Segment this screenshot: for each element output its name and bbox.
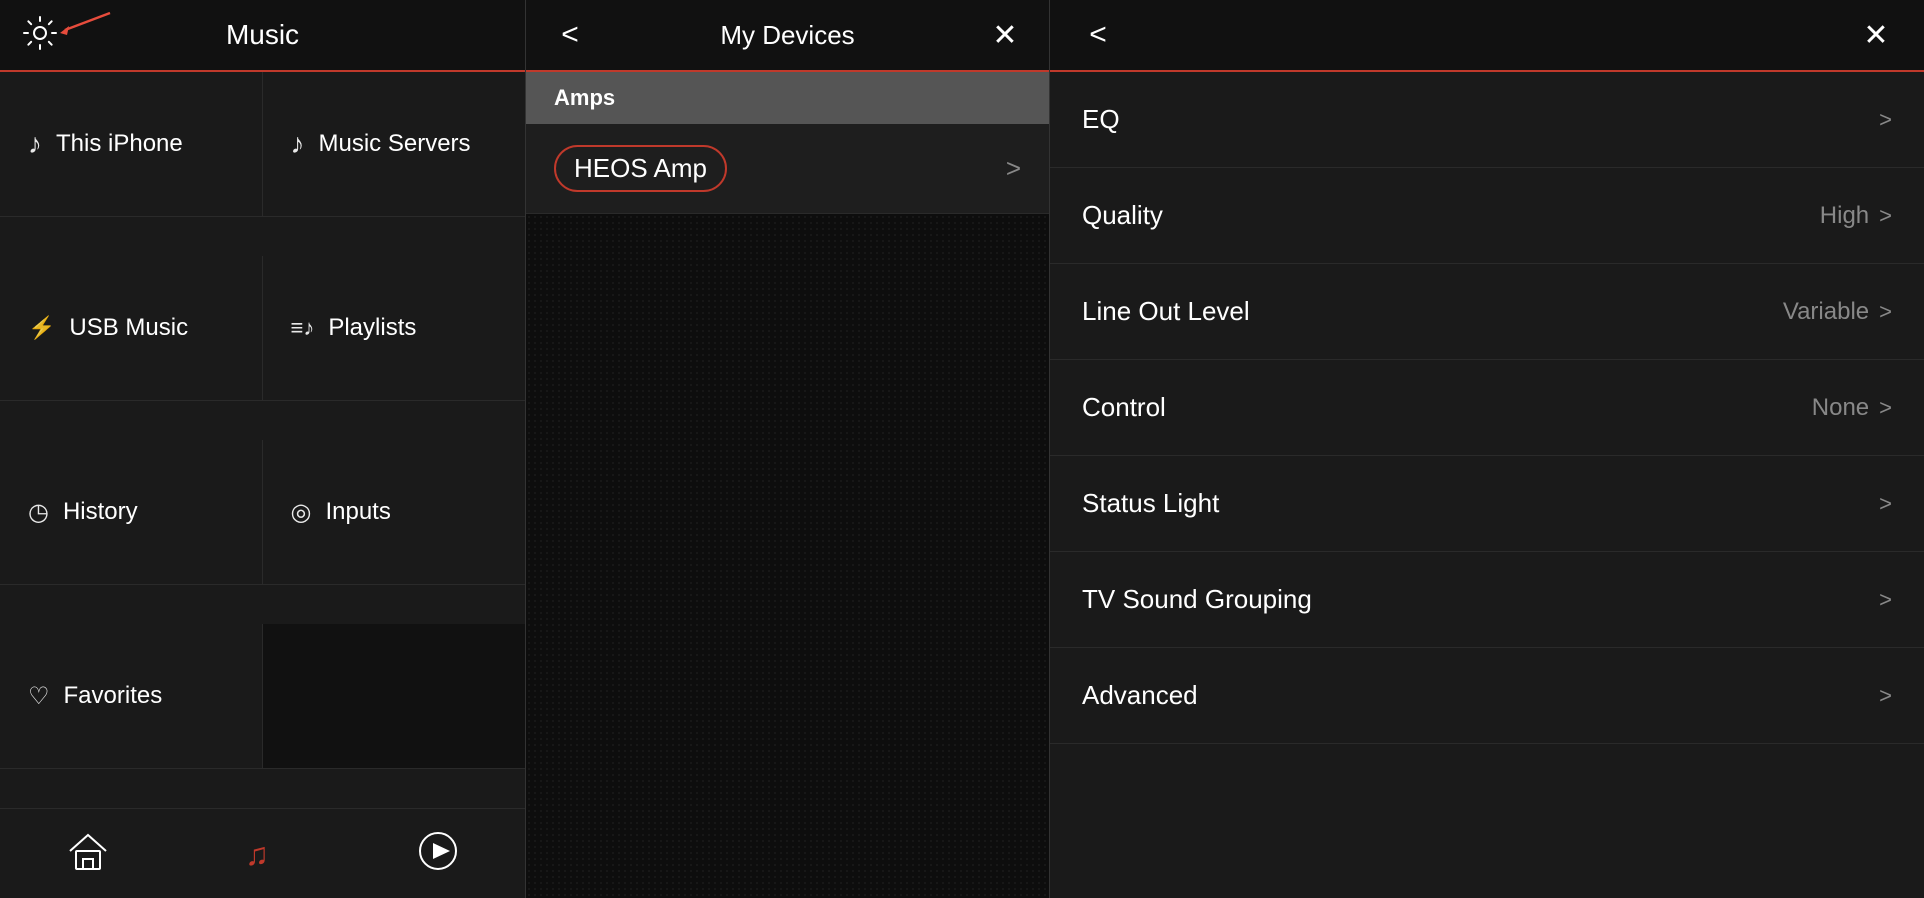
status-light-label: Status Light [1082,488,1219,519]
music-servers-cell[interactable]: ♪ Music Servers [263,72,526,217]
history-cell[interactable]: ◷ History [0,440,263,585]
middle-panel: < My Devices ✕ Amps HEOS Amp > [526,0,1050,898]
svg-text:♫: ♫ [245,836,269,872]
line-out-chevron-icon: > [1879,299,1892,325]
history-label: History [63,498,138,526]
control-chevron-icon: > [1879,395,1892,421]
right-header: < ✕ [1050,0,1924,72]
tv-sound-right: > [1879,587,1892,613]
playlists-label: Playlists [328,314,416,342]
control-label: Control [1082,392,1166,423]
control-menu-item[interactable]: Control None > [1050,360,1924,456]
tv-sound-grouping-menu-item[interactable]: TV Sound Grouping > [1050,552,1924,648]
music-notes-icon: ♫ [241,829,285,878]
playlist-icon: ≡♪ [291,315,315,341]
quality-chevron-icon: > [1879,203,1892,229]
right-panel: < ✕ EQ > Quality High > Line Out Level V… [1050,0,1924,898]
bottom-nav: ♫ [0,808,525,898]
back-chevron-icon: < [561,18,579,52]
line-out-value: Variable [1783,298,1869,326]
gear-icon [22,15,58,56]
status-light-chevron-icon: > [1879,491,1892,517]
inputs-cell[interactable]: ◎ Inputs [263,440,526,585]
eq-label: EQ [1082,104,1120,135]
amps-section-header: Amps [526,72,1049,124]
quality-label: Quality [1082,200,1163,231]
usb-icon: ⚡ [28,315,55,341]
middle-header: < My Devices ✕ [526,0,1049,72]
left-panel: Music ♪ This iPhone ♪ Music Servers ⚡ US… [0,0,526,898]
middle-close-button[interactable]: ✕ [985,15,1025,55]
usb-music-cell[interactable]: ⚡ USB Music [0,256,263,401]
line-out-level-menu-item[interactable]: Line Out Level Variable > [1050,264,1924,360]
left-header: Music [0,0,525,72]
heos-amp-circled-label: HEOS Amp [554,145,727,192]
status-light-menu-item[interactable]: Status Light > [1050,456,1924,552]
quality-value: High [1820,202,1869,230]
middle-back-button[interactable]: < [550,15,590,55]
advanced-label: Advanced [1082,680,1198,711]
advanced-right: > [1879,683,1892,709]
this-iphone-label: This iPhone [56,130,183,158]
heos-amp-row[interactable]: HEOS Amp > [526,124,1049,214]
favorites-label: Favorites [64,682,163,710]
home-icon [66,829,110,878]
right-close-icon: ✕ [1863,18,1888,53]
music-nav-button[interactable]: ♫ [233,824,293,884]
amps-section-label: Amps [554,85,615,111]
heos-amp-name: HEOS Amp [554,145,727,192]
favorites-cell[interactable]: ♡ Favorites [0,624,263,769]
right-back-button[interactable]: < [1078,15,1118,55]
middle-dark-area [526,214,1049,898]
arrow-indicator [55,8,115,38]
inputs-icon: ◎ [291,498,312,527]
advanced-menu-item[interactable]: Advanced > [1050,648,1924,744]
music-servers-label: Music Servers [319,130,471,158]
empty-cell [263,624,526,769]
quality-menu-item[interactable]: Quality High > [1050,168,1924,264]
home-nav-button[interactable] [58,824,118,884]
left-grid: ♪ This iPhone ♪ Music Servers ⚡ USB Musi… [0,72,525,808]
heos-amp-chevron-icon: > [1006,153,1021,184]
eq-chevron-icon: > [1879,107,1892,133]
right-close-button[interactable]: ✕ [1856,15,1896,55]
right-back-icon: < [1089,18,1107,52]
status-light-right: > [1879,491,1892,517]
control-value: None [1812,394,1869,422]
heart-icon: ♡ [28,682,50,711]
playlists-cell[interactable]: ≡♪ Playlists [263,256,526,401]
middle-panel-title: My Devices [720,20,854,51]
this-iphone-cell[interactable]: ♪ This iPhone [0,72,263,217]
tv-sound-grouping-label: TV Sound Grouping [1082,584,1312,615]
advanced-chevron-icon: > [1879,683,1892,709]
play-icon [416,829,460,878]
inputs-label: Inputs [325,498,390,526]
note2-icon: ♪ [291,128,305,160]
line-out-right: Variable > [1783,298,1892,326]
line-out-level-label: Line Out Level [1082,296,1250,327]
eq-menu-item[interactable]: EQ > [1050,72,1924,168]
tv-sound-chevron-icon: > [1879,587,1892,613]
eq-right: > [1879,107,1892,133]
quality-right: High > [1820,202,1892,230]
control-right: None > [1812,394,1892,422]
history-icon: ◷ [28,498,49,527]
music-title: Music [226,19,299,51]
close-icon: ✕ [992,18,1017,53]
note-icon: ♪ [28,128,42,160]
play-nav-button[interactable] [408,824,468,884]
usb-music-label: USB Music [69,314,188,342]
